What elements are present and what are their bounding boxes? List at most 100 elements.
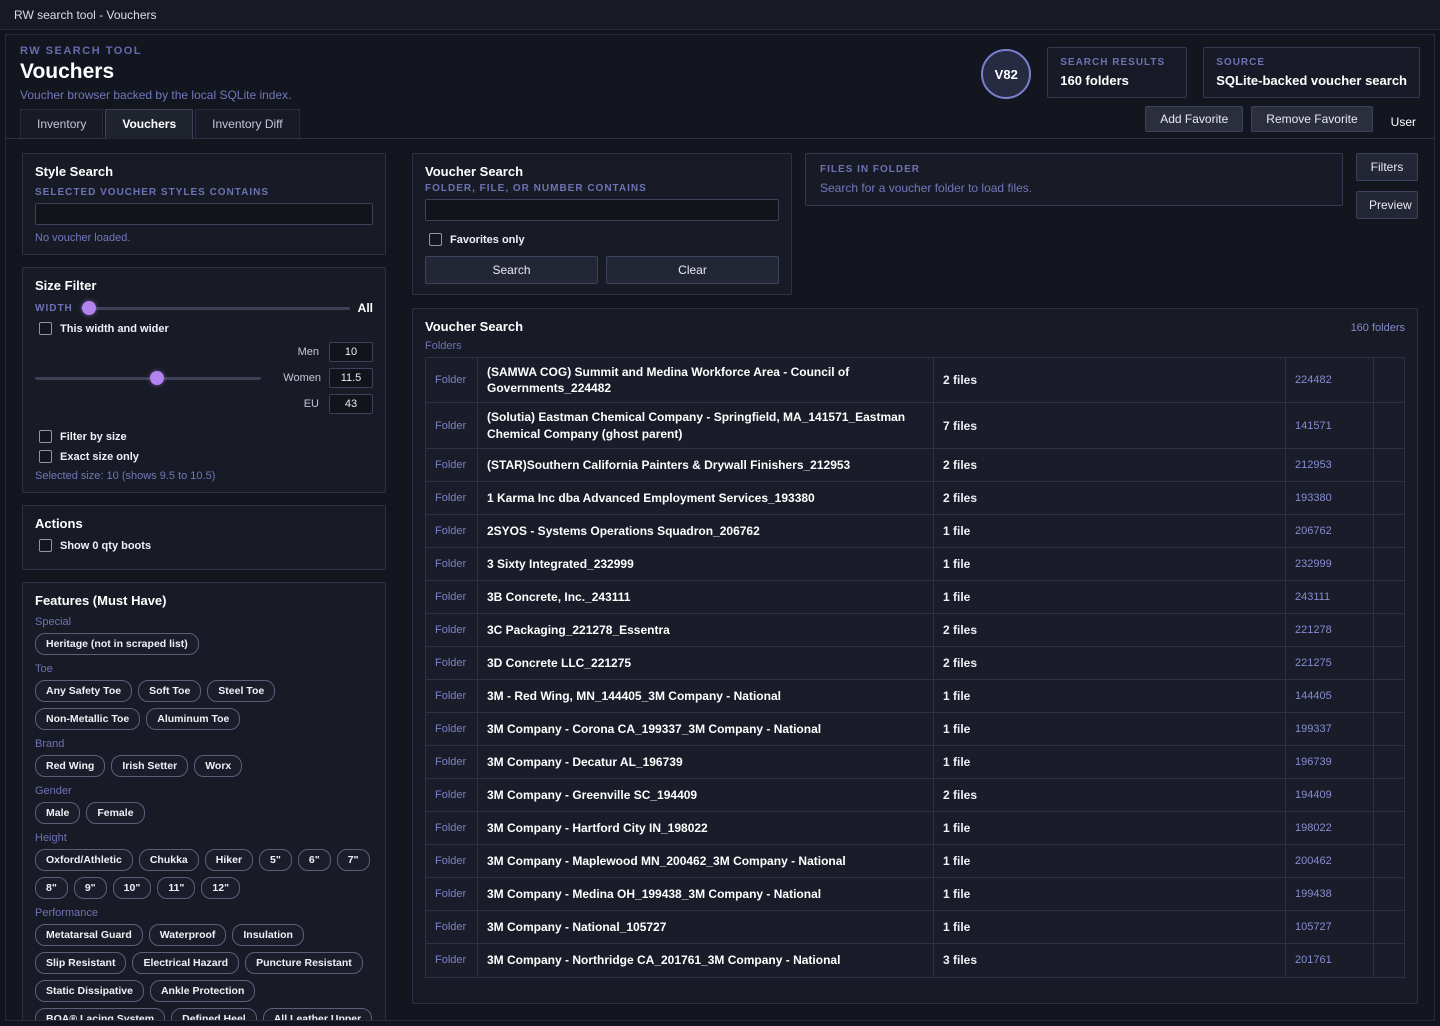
- table-row[interactable]: Folder 3M Company - Greenville SC_194409…: [426, 779, 1404, 812]
- table-row[interactable]: Folder (STAR)Southern California Painter…: [426, 449, 1404, 482]
- feature-pill[interactable]: Soft Toe: [138, 680, 201, 702]
- feature-pill[interactable]: 11": [157, 877, 195, 899]
- row-type: Folder: [426, 647, 478, 679]
- feature-pill[interactable]: Male: [35, 802, 80, 824]
- tab-inventory-diff[interactable]: Inventory Diff: [195, 109, 299, 138]
- table-row[interactable]: Folder 3M Company - Maplewood MN_200462_…: [426, 845, 1404, 878]
- feature-pill[interactable]: Hiker: [205, 849, 253, 871]
- table-row[interactable]: Folder 3C Packaging_221278_Essentra 2 fi…: [426, 614, 1404, 647]
- width-slider[interactable]: [81, 301, 350, 315]
- feature-pill[interactable]: Waterproof: [149, 924, 227, 946]
- tab-inventory[interactable]: Inventory: [20, 109, 103, 138]
- table-row[interactable]: Folder 2SYOS - Systems Operations Squadr…: [426, 515, 1404, 548]
- size-slider[interactable]: [35, 371, 261, 385]
- filters-button[interactable]: Filters: [1356, 153, 1418, 181]
- feature-pill[interactable]: Red Wing: [35, 755, 105, 777]
- size-slider-track[interactable]: [35, 377, 261, 380]
- feature-pill[interactable]: 7": [337, 849, 370, 871]
- feature-pill[interactable]: Chukka: [139, 849, 199, 871]
- table-row[interactable]: Folder (SAMWA COG) Summit and Medina Wor…: [426, 358, 1404, 403]
- row-type: Folder: [426, 779, 478, 811]
- feature-pill[interactable]: All Leather Upper: [263, 1008, 373, 1020]
- feature-pill[interactable]: 6": [298, 849, 331, 871]
- women-label: Women: [283, 372, 321, 384]
- voucher-search-input[interactable]: [425, 199, 779, 221]
- feature-pill[interactable]: Static Dissipative: [35, 980, 144, 1002]
- men-size-input[interactable]: [329, 342, 373, 362]
- feature-pill[interactable]: BOA® Lacing System: [35, 1008, 165, 1020]
- table-row[interactable]: Folder 3M Company - National_105727 1 fi…: [426, 911, 1404, 944]
- feature-pill[interactable]: Any Safety Toe: [35, 680, 132, 702]
- width-slider-track[interactable]: [81, 307, 350, 310]
- table-row[interactable]: Folder 3M Company - Northridge CA_201761…: [426, 944, 1404, 977]
- favorites-only-checkbox[interactable]: [429, 233, 442, 246]
- preview-button[interactable]: Preview: [1356, 191, 1418, 219]
- feature-pill[interactable]: Worx: [194, 755, 242, 777]
- row-number: 243111: [1286, 581, 1374, 613]
- search-button[interactable]: Search: [425, 256, 598, 284]
- feature-pill[interactable]: Non-Metallic Toe: [35, 708, 140, 730]
- feature-pill[interactable]: 10": [113, 877, 152, 899]
- row-type: Folder: [426, 911, 478, 943]
- size-slider-thumb[interactable]: [150, 371, 164, 385]
- width-wider-checkbox[interactable]: [39, 322, 52, 335]
- feature-group-label: Performance: [35, 907, 373, 919]
- exact-size-checkbox[interactable]: [39, 450, 52, 463]
- feature-pill[interactable]: Puncture Resistant: [245, 952, 363, 974]
- row-number: 193380: [1286, 482, 1374, 514]
- feature-pill[interactable]: 5": [259, 849, 292, 871]
- tab-vouchers[interactable]: Vouchers: [105, 109, 193, 139]
- feature-pill[interactable]: Ankle Protection: [150, 980, 255, 1002]
- user-label: User: [1391, 115, 1416, 129]
- table-row[interactable]: Folder 3M - Red Wing, MN_144405_3M Compa…: [426, 680, 1404, 713]
- table-row[interactable]: Folder 3B Concrete, Inc._243111 1 file 2…: [426, 581, 1404, 614]
- show-zero-check-row: Show 0 qty boots: [39, 539, 373, 552]
- table-row[interactable]: Folder 3M Company - Hartford City IN_198…: [426, 812, 1404, 845]
- add-favorite-button[interactable]: Add Favorite: [1145, 106, 1243, 132]
- table-row[interactable]: Folder (Solutia) Eastman Chemical Compan…: [426, 403, 1404, 448]
- width-slider-thumb[interactable]: [82, 301, 96, 315]
- feature-group: Brand Red WingIrish SetterWorx: [35, 738, 373, 777]
- row-extra: [1374, 944, 1404, 977]
- show-zero-checkbox[interactable]: [39, 539, 52, 552]
- feature-pill[interactable]: Heritage (not in scraped list): [35, 633, 199, 655]
- feature-pill[interactable]: 9": [74, 877, 107, 899]
- row-extra: [1374, 358, 1404, 402]
- women-size-input[interactable]: [329, 368, 373, 388]
- style-search-input[interactable]: [35, 203, 373, 225]
- results-section-label: Folders: [425, 340, 1405, 352]
- row-type: Folder: [426, 845, 478, 877]
- feature-pill[interactable]: Irish Setter: [111, 755, 188, 777]
- feature-pill[interactable]: 12": [201, 877, 240, 899]
- feature-pill[interactable]: 8": [35, 877, 68, 899]
- voucher-search-field-label: FOLDER, FILE, OR NUMBER CONTAINS: [425, 183, 779, 194]
- show-zero-label: Show 0 qty boots: [60, 540, 151, 552]
- table-row[interactable]: Folder 3M Company - Corona CA_199337_3M …: [426, 713, 1404, 746]
- feature-pill[interactable]: Female: [86, 802, 144, 824]
- row-extra: [1374, 845, 1404, 877]
- feature-pill[interactable]: Steel Toe: [207, 680, 275, 702]
- window-titlebar: RW search tool - Vouchers: [0, 0, 1440, 30]
- feature-pill[interactable]: Aluminum Toe: [146, 708, 240, 730]
- remove-favorite-button[interactable]: Remove Favorite: [1251, 106, 1372, 132]
- search-results-box: SEARCH RESULTS 160 folders: [1047, 47, 1187, 98]
- table-row[interactable]: Folder 3M Company - Decatur AL_196739 1 …: [426, 746, 1404, 779]
- feature-pill[interactable]: Insulation: [232, 924, 304, 946]
- filter-by-size-checkbox[interactable]: [39, 430, 52, 443]
- table-row[interactable]: Folder 3 Sixty Integrated_232999 1 file …: [426, 548, 1404, 581]
- feature-group-label: Gender: [35, 785, 373, 797]
- feature-pill[interactable]: Metatarsal Guard: [35, 924, 143, 946]
- table-row[interactable]: Folder 3M Company - Medina OH_199438_3M …: [426, 878, 1404, 911]
- feature-pill[interactable]: Defined Heel: [171, 1008, 257, 1020]
- row-type: Folder: [426, 358, 478, 402]
- feature-pill[interactable]: Oxford/Athletic: [35, 849, 133, 871]
- eu-size-input[interactable]: [329, 394, 373, 414]
- row-number: 221278: [1286, 614, 1374, 646]
- feature-pill[interactable]: Electrical Hazard: [132, 952, 239, 974]
- feature-pill[interactable]: Slip Resistant: [35, 952, 126, 974]
- row-type: Folder: [426, 403, 478, 447]
- row-extra: [1374, 779, 1404, 811]
- table-row[interactable]: Folder 3D Concrete LLC_221275 2 files 22…: [426, 647, 1404, 680]
- clear-button[interactable]: Clear: [606, 256, 779, 284]
- table-row[interactable]: Folder 1 Karma Inc dba Advanced Employme…: [426, 482, 1404, 515]
